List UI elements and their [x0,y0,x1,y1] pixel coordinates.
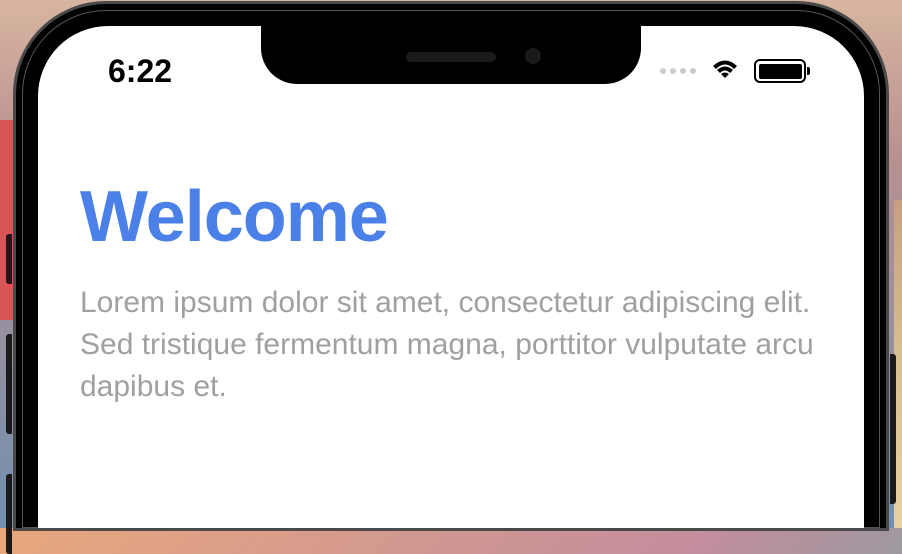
battery-level [759,64,802,79]
page-title: Welcome [80,176,822,258]
battery-icon [754,59,806,83]
page-body-text: Lorem ipsum dolor sit amet, consectetur … [80,282,822,408]
phone-screen: 6:22 [38,26,864,528]
volume-up-button [6,334,12,434]
mute-switch [6,234,12,284]
volume-down-button [6,474,12,554]
wifi-icon [708,57,742,86]
status-indicators [660,57,814,86]
status-time: 6:22 [88,53,172,90]
desktop-left-stripe [0,120,15,320]
front-camera [525,48,541,64]
power-button [890,354,896,504]
signal-dots-icon [660,68,696,74]
page-content: Welcome Lorem ipsum dolor sit amet, cons… [38,116,864,408]
phone-frame: 6:22 [16,4,886,528]
phone-notch [261,26,641,84]
speaker [406,52,496,62]
